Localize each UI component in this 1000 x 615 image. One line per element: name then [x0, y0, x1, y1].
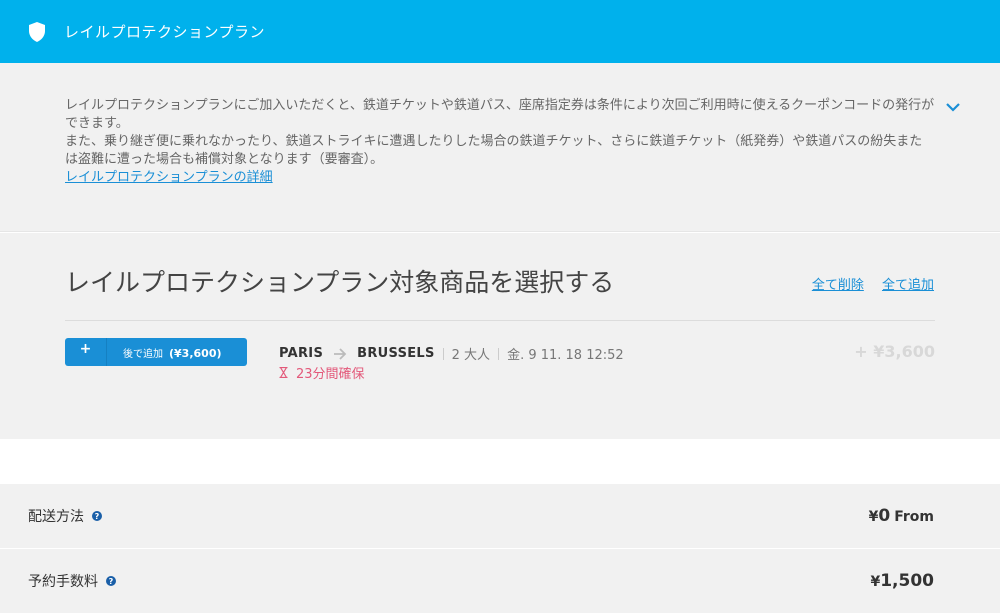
info-line-1: レイルプロテクションプランにご加入いただくと、鉄道チケットや鉄道パス、座席指定券…	[65, 98, 935, 131]
origin-city: PARIS	[279, 346, 324, 361]
info-text: レイルプロテクションプランにご加入いただくと、鉄道チケットや鉄道パス、座席指定券…	[65, 97, 935, 187]
header-bar: レイルプロテクションプラン	[0, 0, 1000, 63]
add-later-label: 後で追加 (¥3,600)	[123, 346, 222, 360]
divider	[65, 320, 935, 321]
info-panel: レイルプロテクションプランにご加入いただくと、鉄道チケットや鉄道パス、座席指定券…	[0, 63, 1000, 232]
header-title: レイルプロテクションプラン	[64, 23, 266, 41]
departure-datetime: 金. 9 11. 18 12:52	[507, 348, 624, 363]
info-line-2: また、乗り継ぎ便に乗れなかったり、鉄道ストライキに遭遇したりした場合の鉄道チケッ…	[65, 134, 923, 167]
separator	[442, 347, 444, 360]
add-later-button[interactable]: + 後で追加 (¥3,600)	[65, 338, 247, 366]
arrow-right-icon	[334, 347, 347, 360]
delivery-price: ¥0 From	[868, 506, 934, 526]
trip-summary: PARIS BRUSSELS 2 大人 金. 9 11. 18 12:52	[279, 344, 624, 363]
passenger-count: 2 大人	[451, 348, 491, 363]
booking-fee-row: 予約手数料 ? ¥1,500	[0, 549, 1000, 613]
hold-timer: 23分間確保	[279, 363, 365, 382]
hold-text: 23分間確保	[296, 367, 365, 382]
booking-fee-price: ¥1,500	[870, 571, 934, 591]
destination-city: BRUSSELS	[357, 346, 435, 361]
delivery-label: 配送方法 ?	[28, 506, 102, 526]
product-select-section: レイルプロテクションプラン対象商品を選択する 全て削除 全て追加 + 後で追加(…	[0, 233, 1000, 439]
plan-price: + ¥3,600	[854, 342, 935, 361]
remove-all-link[interactable]: 全て削除	[812, 278, 864, 293]
bulk-actions: 全て削除 全て追加	[798, 274, 934, 293]
section-title: レイルプロテクションプラン対象商品を選択する	[65, 268, 615, 297]
chevron-down-icon[interactable]	[944, 100, 962, 114]
add-all-link[interactable]: 全て追加	[882, 278, 934, 293]
details-link[interactable]: レイルプロテクションプランの詳細	[65, 170, 273, 185]
help-icon[interactable]: ?	[106, 576, 116, 586]
plus-icon: +	[65, 338, 107, 366]
shield-icon	[29, 21, 45, 42]
booking-fee-label: 予約手数料 ?	[28, 571, 116, 591]
help-icon[interactable]: ?	[92, 511, 102, 521]
delivery-method-row: 配送方法 ? ¥0 From	[0, 484, 1000, 548]
hourglass-icon	[279, 367, 288, 378]
add-later-price: (¥3,600)	[169, 346, 222, 360]
separator	[498, 347, 500, 360]
